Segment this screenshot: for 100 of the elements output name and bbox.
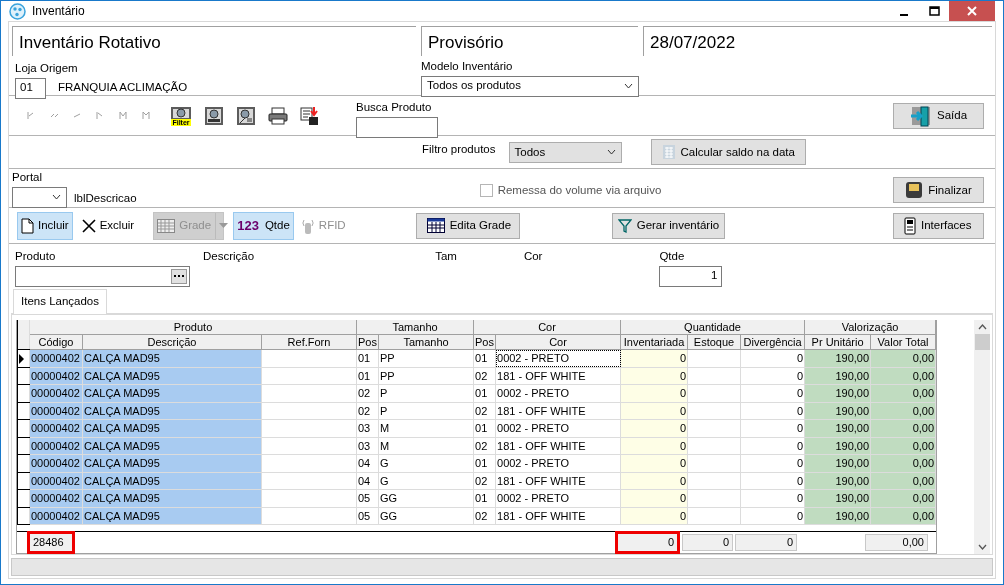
table-cell: 0 bbox=[740, 454, 805, 472]
close-icon bbox=[966, 5, 978, 18]
filter-report-icon[interactable] bbox=[170, 105, 192, 119]
scrollbar[interactable] bbox=[974, 319, 990, 554]
store-name: FRANQUIA ACLIMAÇÃO bbox=[58, 80, 188, 96]
form-title: Inventário Rotativo bbox=[12, 26, 416, 57]
table-cell: 04 bbox=[356, 472, 379, 490]
dropdown-arrow-icon bbox=[219, 222, 229, 229]
table-cell: PP bbox=[378, 349, 474, 367]
exit-button[interactable]: Saída bbox=[893, 102, 984, 129]
window-title: Inventário bbox=[32, 3, 85, 21]
column-label: Tam bbox=[435, 249, 457, 263]
search-field[interactable] bbox=[356, 116, 438, 138]
column-group-header: Cor bbox=[473, 319, 621, 335]
ellipsis-icon bbox=[174, 274, 184, 278]
column-group-header: Tamanho bbox=[356, 319, 474, 335]
column-group-header: Quantidade bbox=[620, 319, 805, 335]
total-cell: 0 bbox=[615, 531, 680, 554]
table-cell: 01 bbox=[356, 367, 379, 385]
table-cell: 0 bbox=[740, 419, 805, 437]
table-cell: GG bbox=[378, 507, 474, 525]
table-cell: 0 bbox=[740, 489, 805, 507]
table-cell: 181 - OFF WHITE bbox=[495, 367, 621, 385]
table-cell: 0002 - PRETO bbox=[495, 349, 621, 367]
delete-button[interactable]: Excluir bbox=[77, 211, 139, 240]
generate-button[interactable]: Gerar inventário bbox=[611, 212, 726, 239]
document-icon bbox=[21, 217, 34, 234]
table-cell: 02 bbox=[473, 402, 496, 420]
caret-icon bbox=[606, 149, 616, 156]
checkbox[interactable] bbox=[479, 184, 493, 198]
field-label: Loja Origem bbox=[15, 61, 79, 77]
filter-dropdown[interactable]: Todos bbox=[508, 141, 622, 163]
table-cell: 0 bbox=[740, 349, 805, 367]
table-cell: 01 bbox=[473, 489, 496, 507]
scroll-thumb[interactable] bbox=[974, 333, 990, 350]
checkbox-label: Remessa do volume via arquivo bbox=[497, 183, 662, 199]
field-label: Modelo Inventário bbox=[421, 59, 514, 75]
report-edit-icon[interactable] bbox=[236, 105, 256, 126]
close-icon bbox=[81, 218, 96, 233]
portal-dropdown[interactable] bbox=[12, 186, 67, 208]
table-cell: GG bbox=[378, 489, 474, 507]
field-label: Portal bbox=[12, 170, 44, 186]
field-label: Produto bbox=[15, 249, 57, 265]
table-cell: P bbox=[378, 384, 474, 402]
table-cell: 0 bbox=[740, 402, 805, 420]
finish-button[interactable]: Finalizar bbox=[893, 177, 984, 204]
date-text: 28/07/2022 bbox=[643, 26, 992, 57]
export-icon[interactable] bbox=[300, 105, 320, 126]
handheld-icon bbox=[904, 216, 916, 235]
table-cell: 05 bbox=[356, 489, 379, 507]
description-label: lblDescricao bbox=[74, 191, 137, 207]
table-cell: 04 bbox=[356, 454, 379, 472]
interfaces-button[interactable]: Interfaces bbox=[893, 212, 984, 239]
printer-icon[interactable] bbox=[268, 105, 288, 126]
table-cell: 03 bbox=[356, 437, 379, 455]
field-label: Qtde bbox=[659, 249, 686, 265]
table-cell: 0002 - PRETO bbox=[495, 419, 621, 437]
table-cell: 0002 - PRETO bbox=[495, 489, 621, 507]
table-cell: 02 bbox=[473, 472, 496, 490]
table-cell: 01 bbox=[473, 349, 496, 367]
table-cell: 01 bbox=[473, 454, 496, 472]
quantity-button[interactable]: 123 Qtde bbox=[233, 211, 294, 240]
table-cell: 0 bbox=[740, 472, 805, 490]
field-label: Busca Produto bbox=[356, 100, 433, 116]
table-cell: 181 - OFF WHITE bbox=[495, 507, 621, 525]
table-cell: 0 bbox=[740, 367, 805, 385]
maximize-icon bbox=[928, 6, 940, 17]
table-cell: 02 bbox=[473, 507, 496, 525]
calculator-icon bbox=[661, 144, 676, 161]
column-group-header: Produto bbox=[29, 319, 357, 335]
filter-icon bbox=[617, 218, 632, 233]
table-cell: M bbox=[378, 437, 474, 455]
tab[interactable]: Itens Lançados bbox=[13, 289, 107, 314]
table-cell: PP bbox=[378, 367, 474, 385]
status-text: Provisório bbox=[421, 26, 638, 57]
calculate-button[interactable]: Calcular saldo na data bbox=[650, 139, 806, 166]
table-cell: G bbox=[378, 454, 474, 472]
table-cell: 0 bbox=[740, 437, 805, 455]
table-cell: 0 bbox=[740, 384, 805, 402]
minimize-icon bbox=[900, 14, 908, 17]
app-icon bbox=[9, 2, 26, 20]
exit-door-icon bbox=[909, 104, 932, 127]
field-label: Filtro produtos bbox=[422, 142, 496, 158]
column-group-header: Valorização bbox=[804, 319, 936, 335]
browse-button[interactable] bbox=[171, 268, 187, 284]
new-button[interactable]: Incluir bbox=[17, 211, 73, 240]
store-code-field[interactable]: 01 bbox=[15, 77, 46, 99]
table-icon bbox=[426, 218, 445, 234]
model-dropdown[interactable]: Todos os produtos bbox=[421, 75, 639, 97]
quantity-field[interactable]: 1 bbox=[659, 265, 723, 287]
table-cell: 01 bbox=[473, 384, 496, 402]
edit-grid-button[interactable]: Edita Grade bbox=[415, 212, 520, 239]
total-cell: 0,00 bbox=[865, 534, 928, 551]
table-cell: 02 bbox=[473, 367, 496, 385]
report-icon[interactable] bbox=[204, 105, 224, 126]
table-cell: 01 bbox=[473, 419, 496, 437]
close-button[interactable] bbox=[949, 1, 995, 22]
column-label: Cor bbox=[523, 249, 543, 263]
product-field[interactable] bbox=[15, 265, 190, 287]
table-cell: 02 bbox=[356, 402, 379, 420]
